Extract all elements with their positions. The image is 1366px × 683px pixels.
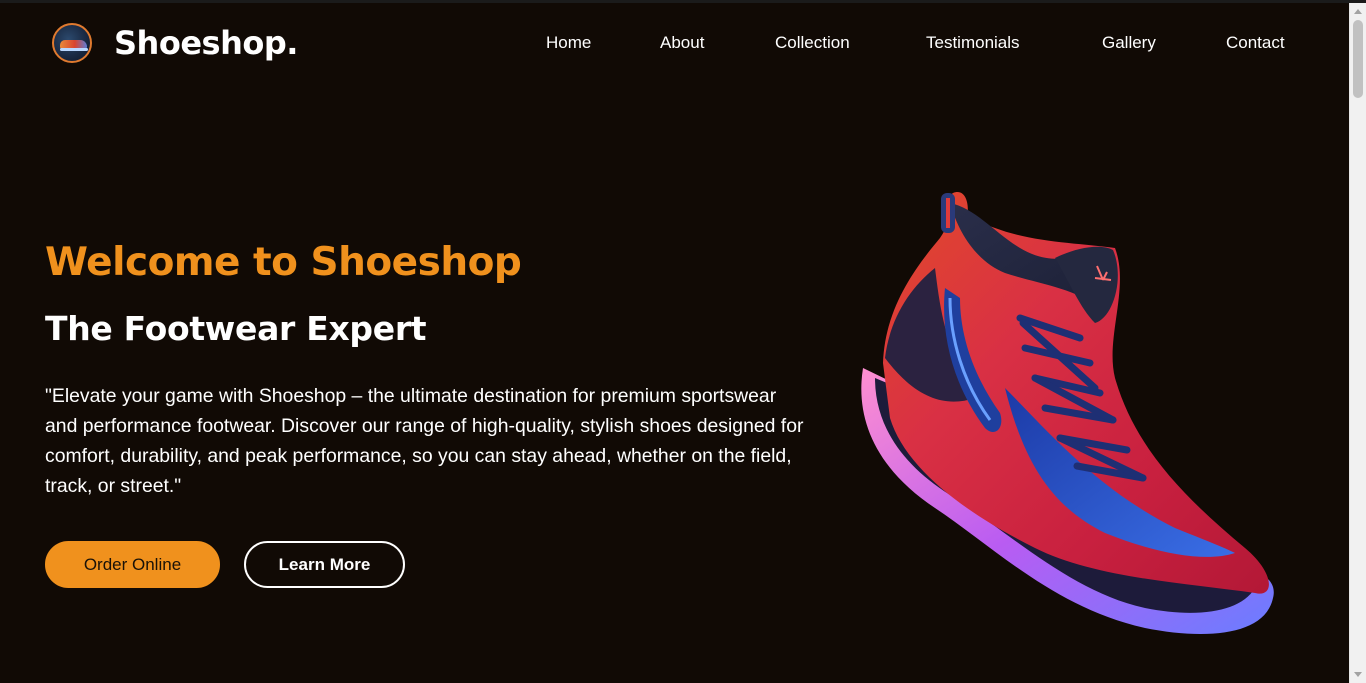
- scroll-down-icon[interactable]: [1354, 672, 1362, 677]
- main-nav: Home About Collection Testimonials Galle…: [0, 33, 1349, 61]
- sneaker-image: [861, 192, 1274, 635]
- nav-about[interactable]: About: [660, 33, 704, 53]
- scroll-up-icon[interactable]: [1354, 9, 1362, 14]
- hero-title: Welcome to Shoeshop: [45, 240, 522, 285]
- page-scrollbar[interactable]: [1349, 3, 1366, 683]
- nav-home[interactable]: Home: [546, 33, 591, 53]
- order-online-button[interactable]: Order Online: [45, 541, 220, 588]
- nav-gallery[interactable]: Gallery: [1102, 33, 1156, 53]
- nav-testimonials[interactable]: Testimonials: [926, 33, 1020, 53]
- nav-collection[interactable]: Collection: [775, 33, 850, 53]
- nav-contact[interactable]: Contact: [1226, 33, 1285, 53]
- hero-description: "Elevate your game with Shoeshop – the u…: [45, 385, 804, 497]
- learn-more-button[interactable]: Learn More: [244, 541, 405, 588]
- hero-subtitle: The Footwear Expert: [45, 309, 427, 348]
- scrollbar-thumb[interactable]: [1353, 20, 1363, 98]
